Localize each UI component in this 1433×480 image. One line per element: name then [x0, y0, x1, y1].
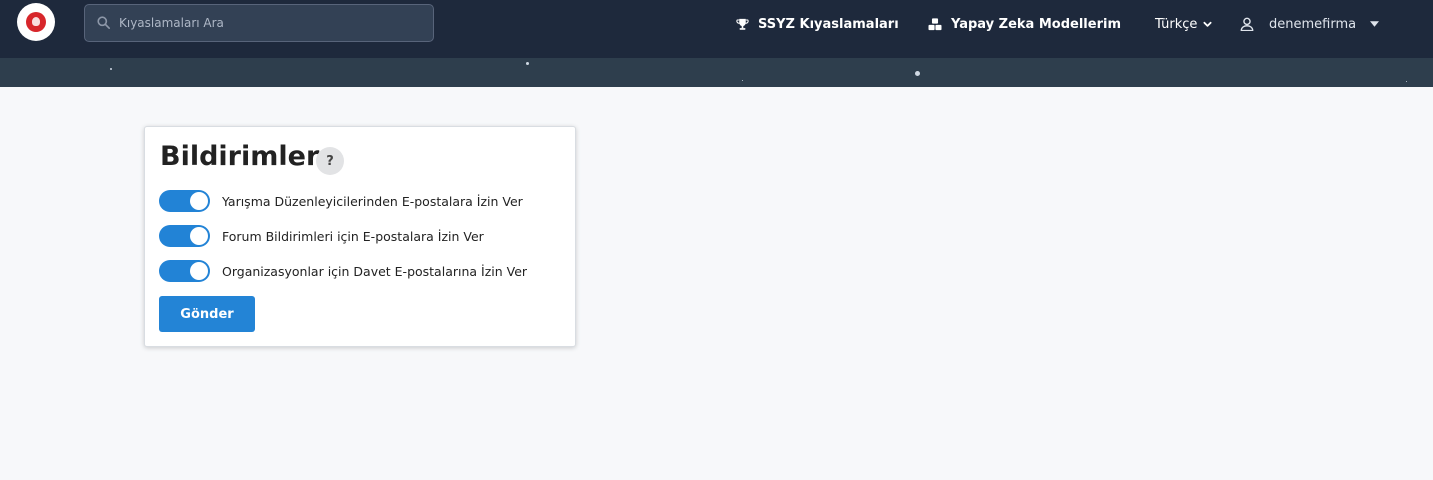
toggle-label: Organizasyonlar için Davet E-postalarına…: [222, 263, 528, 279]
help-button[interactable]: ?: [316, 147, 344, 175]
nav-link-label: SSYZ Kıyaslamaları: [758, 16, 899, 32]
toggle-knob: [190, 227, 208, 245]
toggle-knob: [190, 262, 208, 280]
toggle-switch[interactable]: [159, 190, 210, 212]
trophy-icon: [736, 18, 749, 30]
cubes-icon: [928, 17, 942, 30]
search-icon: [97, 16, 110, 29]
search-input[interactable]: [119, 5, 419, 41]
toggle-knob: [190, 192, 208, 210]
star-decoration: [1406, 81, 1407, 82]
toggle-row-organizer-emails: Yarışma Düzenleyicilerinden E-postalara …: [159, 190, 523, 212]
emblem-logo[interactable]: [17, 3, 55, 41]
toggle-row-organization-invites: Organizasyonlar için Davet E-postalarına…: [159, 260, 527, 282]
submit-button[interactable]: Gönder: [159, 296, 255, 332]
nav-link-label: Yapay Zeka Modellerim: [951, 16, 1121, 32]
star-decoration: [110, 68, 112, 70]
search-box: [84, 4, 434, 42]
notifications-card: Bildirimler ? Yarışma Düzenleyicilerinde…: [144, 126, 576, 347]
toggle-label: Forum Bildirimleri için E-postalara İzin…: [222, 228, 484, 244]
language-dropdown[interactable]: Türkçe: [1155, 14, 1221, 34]
caret-down-icon: [1370, 21, 1380, 27]
user-name: denemefirma: [1269, 16, 1357, 32]
toggle-switch[interactable]: [159, 260, 210, 282]
toggle-row-forum-emails: Forum Bildirimleri için E-postalara İzin…: [159, 225, 484, 247]
nav-link-my-ai-models[interactable]: Yapay Zeka Modellerim: [928, 14, 1121, 34]
page-title: Bildirimler: [160, 141, 320, 172]
top-navbar: SSYZ Kıyaslamaları Yapay Zeka Modellerim…: [0, 0, 1433, 58]
toggle-label: Yarışma Düzenleyicilerinden E-postalara …: [222, 193, 523, 209]
emblem-logo-mark: [26, 12, 46, 32]
star-decoration: [526, 62, 529, 65]
user-icon: [1240, 17, 1254, 31]
chevron-down-icon: [1203, 21, 1212, 27]
star-decoration: [915, 71, 920, 76]
toggle-switch[interactable]: [159, 225, 210, 247]
user-menu[interactable]: denemefirma: [1240, 14, 1388, 34]
star-decoration: [742, 80, 743, 81]
language-label: Türkçe: [1155, 16, 1198, 32]
starry-banner: [0, 58, 1433, 87]
nav-link-ssyz-benchmarks[interactable]: SSYZ Kıyaslamaları: [736, 14, 899, 34]
